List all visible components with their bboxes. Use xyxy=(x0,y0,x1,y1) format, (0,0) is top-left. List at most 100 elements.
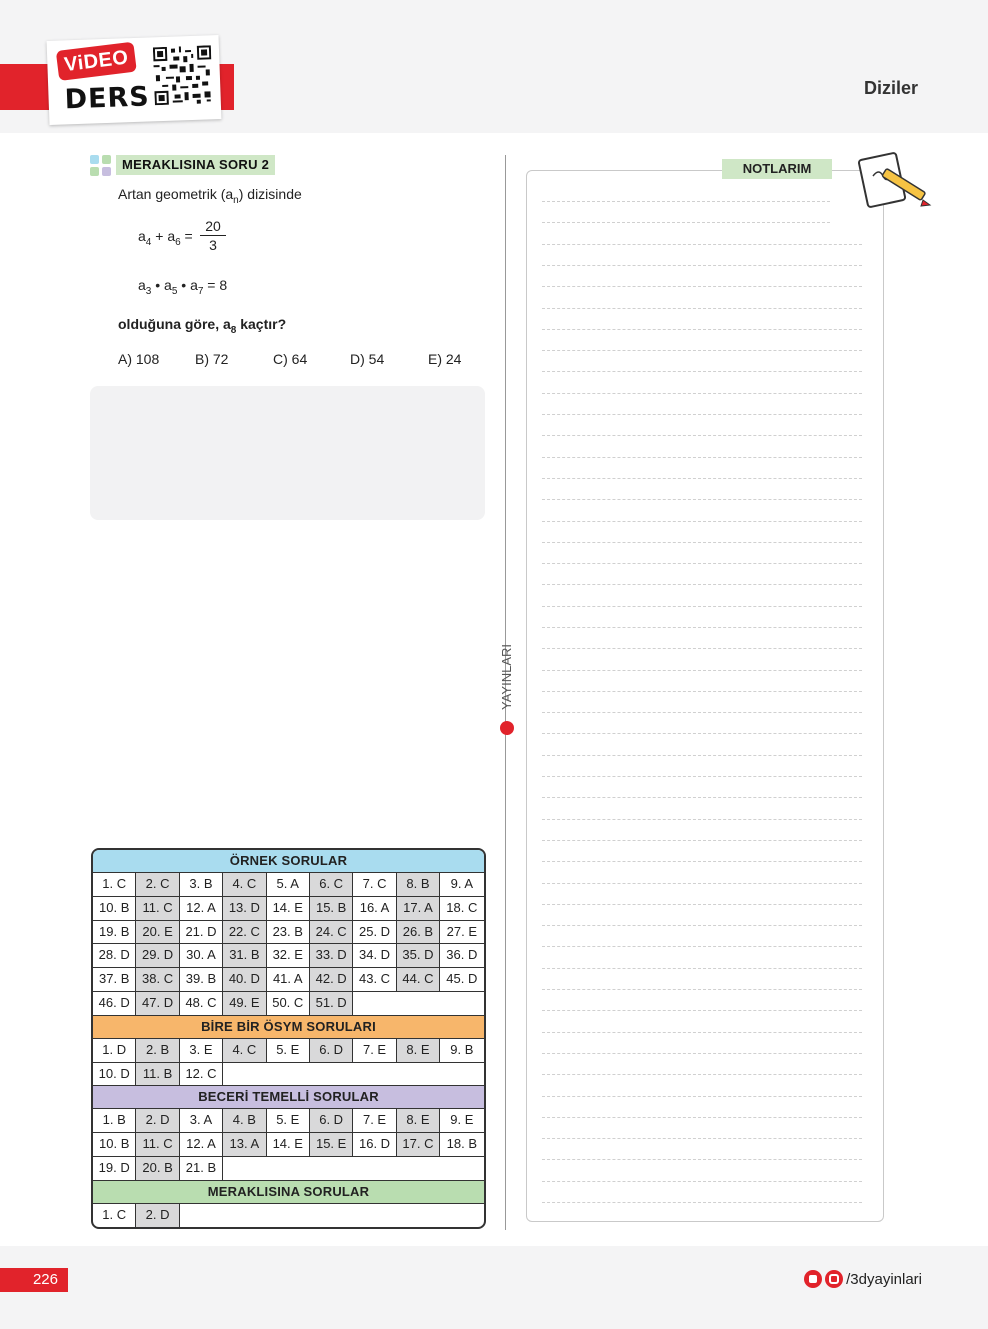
note-line xyxy=(542,946,862,947)
answer-cell: 11. B xyxy=(136,1062,180,1086)
answer-cell: 21. B xyxy=(180,1156,224,1180)
answer-cell: 7. C xyxy=(353,873,397,896)
answer-cell: 43. C xyxy=(353,968,397,991)
answer-cell: 39. B xyxy=(180,968,224,991)
answer-cell: 14. E xyxy=(267,1133,310,1156)
note-line xyxy=(542,925,862,926)
answer-cell: 11. C xyxy=(136,896,180,920)
answer-cell: 4. C xyxy=(223,873,267,896)
notes-panel[interactable] xyxy=(526,170,884,1222)
social-handle[interactable]: /3dyayinlari xyxy=(846,1271,922,1288)
answer-cell: 33. D xyxy=(309,944,354,968)
answer-cell: 2. B xyxy=(136,1038,180,1062)
answer-cell: 17. A xyxy=(396,896,441,920)
option-e[interactable]: E) 24 xyxy=(428,351,461,367)
answer-row: 19. D 20. B 21. B xyxy=(93,1156,484,1181)
question-prompt: olduğuna göre, a8 kaçtır? xyxy=(118,316,287,336)
answer-cell: 10. D xyxy=(93,1062,137,1086)
answer-cell: 29. D xyxy=(136,944,180,968)
answer-cell: 21. D xyxy=(180,920,224,944)
note-line xyxy=(542,542,862,543)
answer-cell: 13. A xyxy=(223,1133,267,1156)
youtube-icon[interactable] xyxy=(804,1270,823,1288)
note-line xyxy=(542,478,862,479)
note-line xyxy=(542,712,862,713)
note-line xyxy=(542,648,862,649)
note-line xyxy=(542,883,862,884)
answer-cell: 1. C xyxy=(93,873,137,896)
note-line xyxy=(542,393,862,394)
solution-area[interactable] xyxy=(90,386,485,520)
question-intro: Artan geometrik (an) dizisinde xyxy=(118,186,302,206)
note-line xyxy=(542,244,862,245)
answer-cell: 5. A xyxy=(267,873,310,896)
option-a[interactable]: A) 108 xyxy=(118,351,159,367)
answer-cell: 19. B xyxy=(93,920,137,944)
answer-cell: 50. C xyxy=(267,991,310,1015)
note-line xyxy=(542,840,862,841)
answer-cell: 18. C xyxy=(446,899,478,915)
answer-section-title: BİRE BİR ÖSYM SORULARI xyxy=(93,1015,484,1039)
answer-row-filler xyxy=(180,1204,484,1227)
note-line xyxy=(542,989,862,990)
note-line xyxy=(542,499,862,500)
answer-cell: 2. C xyxy=(136,873,180,896)
note-line xyxy=(542,521,862,522)
note-line xyxy=(542,968,862,969)
qr-code-icon[interactable] xyxy=(152,45,213,106)
answer-cell: 20. B xyxy=(136,1156,180,1180)
answer-row: 37. B 38. C 39. B 40. D 41. A 42. D 43. C 44. C… xyxy=(93,968,484,992)
answer-row: 10. D 11. B 12. C xyxy=(93,1062,484,1087)
note-line xyxy=(542,414,862,415)
answer-row: 1. D 2. B 3. E 4. C 5. E 6. D 7. E 8. E 9. B xyxy=(93,1038,484,1063)
answer-section-title: ÖRNEK SORULAR xyxy=(93,850,484,873)
note-line xyxy=(542,265,862,266)
answer-cell: 20. E xyxy=(136,920,180,944)
answer-cell: 12. A xyxy=(180,1133,224,1156)
publisher-logo-icon xyxy=(500,721,514,735)
answer-row: 1. B 2. D 3. A 4. B 5. E 6. D 7. E 8. E 9. E xyxy=(93,1109,484,1134)
answer-cell: 18. B xyxy=(446,1136,477,1152)
answer-cell: 11. C xyxy=(136,1133,180,1156)
answer-cell: 4. B xyxy=(223,1109,267,1133)
answer-cell: 10. B xyxy=(93,896,137,920)
answer-cell: 31. B xyxy=(223,944,267,968)
note-line xyxy=(542,776,862,777)
answer-cell: 19. D xyxy=(93,1156,137,1180)
note-line xyxy=(542,1074,862,1075)
answer-row: 1. C 2. C 3. B 4. C 5. A 6. C 7. C 8. B 9. A xyxy=(93,873,484,897)
answer-cell: 8. B xyxy=(396,873,441,896)
answer-cell: 3. B xyxy=(180,873,224,896)
note-line xyxy=(542,861,862,862)
option-d[interactable]: D) 54 xyxy=(350,351,384,367)
note-line xyxy=(542,371,862,372)
notes-title: NOTLARIM xyxy=(722,159,832,179)
answer-row: 10. B 11. C 12. A 13. D 14. E 15. B 16. A 17. A… xyxy=(93,896,484,921)
chapter-title: Diziler xyxy=(863,78,918,98)
answer-cell: 16. D xyxy=(353,1133,397,1156)
note-line xyxy=(542,691,862,692)
answer-row-filler xyxy=(223,1157,484,1180)
answer-cell: 41. A xyxy=(267,968,310,991)
answer-cell: 36. D xyxy=(446,947,478,963)
option-b[interactable]: B) 72 xyxy=(195,351,228,367)
answer-cell: 1. B xyxy=(93,1109,137,1133)
answer-cell: 10. B xyxy=(93,1133,137,1156)
answer-cell: 7. E xyxy=(353,1109,397,1133)
answer-cell: 15. E xyxy=(309,1133,354,1156)
note-line xyxy=(542,797,862,798)
instagram-icon[interactable] xyxy=(825,1270,844,1288)
answer-row: 10. B 11. C 12. A 13. A 14. E 15. E 16. D 17. C… xyxy=(93,1133,484,1157)
question-label: MERAKLISINA SORU 2 xyxy=(116,155,276,175)
answer-cell: 26. B xyxy=(396,920,441,944)
social-links[interactable]: /3dyayinlari xyxy=(804,1270,922,1288)
answer-cell: 24. C xyxy=(309,920,354,944)
video-lesson-card[interactable]: ViDEO DERS xyxy=(46,35,222,125)
option-c[interactable]: C) 64 xyxy=(273,351,307,367)
answer-row-filler xyxy=(353,992,484,1015)
note-line xyxy=(542,584,862,585)
note-line xyxy=(542,670,862,671)
answer-cell: 15. B xyxy=(309,896,354,920)
note-line xyxy=(542,222,830,223)
answer-cell: 40. D xyxy=(223,968,267,991)
